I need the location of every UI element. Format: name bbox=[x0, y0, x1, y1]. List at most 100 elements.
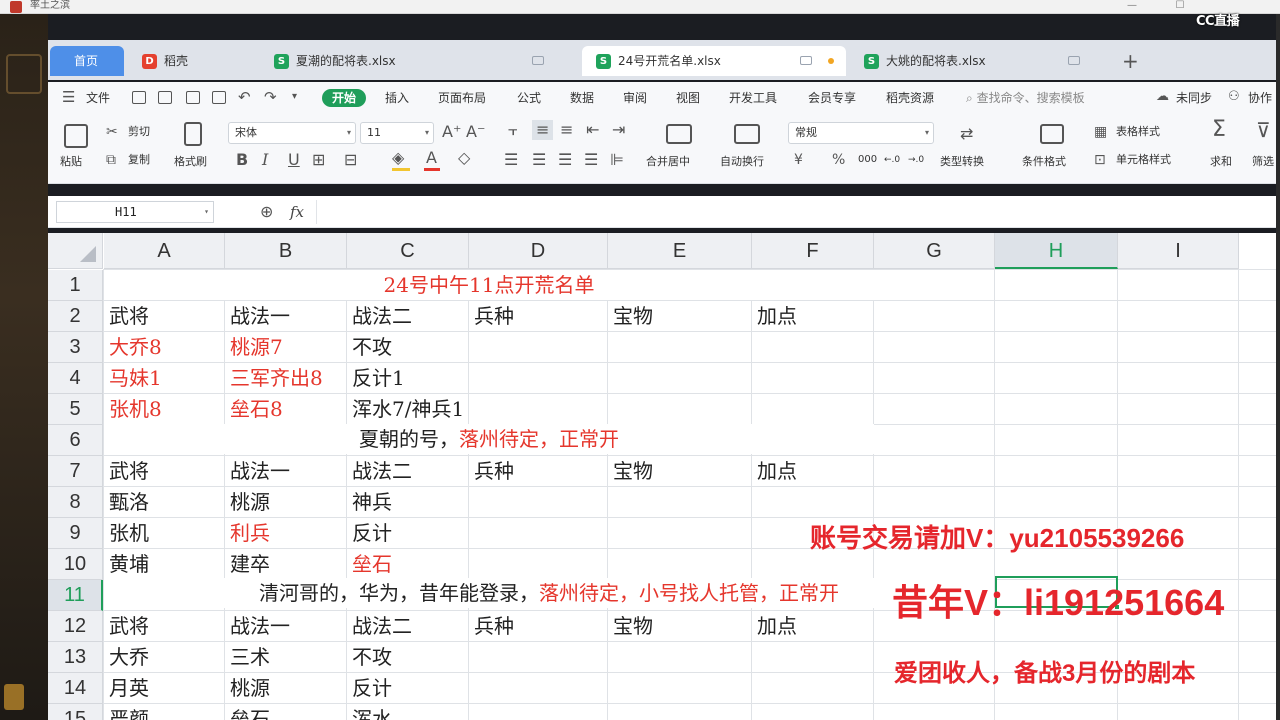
wrap-text-icon[interactable] bbox=[734, 124, 760, 144]
column-header-c[interactable]: C bbox=[347, 233, 469, 269]
cell-c2[interactable]: 战法二 bbox=[347, 301, 412, 332]
font-name-select[interactable]: 宋体 ▾ bbox=[228, 122, 356, 144]
cell-a7[interactable]: 武将 bbox=[104, 456, 149, 487]
indent-decrease-icon[interactable]: ⇤ bbox=[586, 120, 599, 140]
menu-page-layout[interactable]: 页面布局 bbox=[438, 89, 486, 107]
row-header-12[interactable]: 12 bbox=[48, 611, 103, 642]
eraser-icon[interactable]: ◇ bbox=[458, 148, 470, 168]
format-painter-icon[interactable] bbox=[184, 122, 202, 146]
filter-icon[interactable]: ⊽ bbox=[1256, 120, 1271, 140]
indent-increase-icon[interactable]: ⇥ bbox=[612, 120, 625, 140]
cell-b5[interactable]: 垒石8 bbox=[225, 394, 283, 425]
justify-icon[interactable]: ☰ bbox=[584, 150, 598, 170]
cell-f7[interactable]: 加点 bbox=[752, 456, 797, 487]
new-tab-button[interactable]: + bbox=[1122, 48, 1139, 74]
underline-button[interactable]: U bbox=[288, 150, 300, 170]
cell-c8[interactable]: 神兵 bbox=[347, 487, 392, 518]
currency-button[interactable]: ¥ bbox=[794, 150, 803, 170]
maximize-icon[interactable]: ☐ bbox=[1160, 0, 1200, 14]
menu-formula[interactable]: 公式 bbox=[517, 89, 541, 107]
convert-icon[interactable]: ⇄ bbox=[960, 124, 973, 144]
row-header-2[interactable]: 2 bbox=[48, 301, 103, 332]
row-header-11[interactable]: 11 bbox=[48, 580, 103, 611]
section-note-xiachao[interactable]: 夏朝的号，落州待定，正常开 bbox=[104, 424, 874, 454]
cell-c5[interactable]: 浑水7/神兵1 bbox=[347, 394, 464, 425]
row-header-1[interactable]: 1 bbox=[48, 270, 103, 301]
row-header-10[interactable]: 10 bbox=[48, 549, 103, 580]
cell-c4[interactable]: 反计1 bbox=[347, 363, 405, 394]
align-bottom-icon[interactable]: ≡ bbox=[560, 120, 573, 140]
percent-button[interactable]: % bbox=[832, 150, 845, 170]
format-painter-button[interactable]: 格式刷 bbox=[174, 154, 207, 170]
filter-button[interactable]: 筛选 bbox=[1252, 154, 1274, 170]
cell-d12[interactable]: 兵种 bbox=[469, 611, 514, 642]
cell-f2[interactable]: 加点 bbox=[752, 301, 797, 332]
paste-button[interactable]: 粘贴 bbox=[60, 154, 82, 170]
cell-b7[interactable]: 战法一 bbox=[225, 456, 290, 487]
sync-status[interactable]: 未同步 bbox=[1176, 89, 1212, 107]
save-icon[interactable] bbox=[132, 91, 146, 104]
cell-c3[interactable]: 不攻 bbox=[347, 332, 392, 363]
cell-d7[interactable]: 兵种 bbox=[469, 456, 514, 487]
cell-b9[interactable]: 利兵 bbox=[225, 518, 270, 549]
row-header-8[interactable]: 8 bbox=[48, 487, 103, 518]
cell-a5[interactable]: 张机8 bbox=[104, 394, 162, 425]
collab-button[interactable]: 协作 bbox=[1248, 89, 1272, 107]
column-header-i[interactable]: I bbox=[1118, 233, 1239, 269]
cell-c7[interactable]: 战法二 bbox=[347, 456, 412, 487]
border-icon[interactable]: ⊞ bbox=[312, 150, 325, 170]
undo-icon[interactable]: ↶ bbox=[238, 87, 251, 107]
cell-e2[interactable]: 宝物 bbox=[608, 301, 653, 332]
column-header-h[interactable]: H bbox=[995, 233, 1118, 269]
menu-daoke-resources[interactable]: 稻壳资源 bbox=[886, 89, 934, 107]
cell-a4[interactable]: 马妹1 bbox=[104, 363, 162, 394]
cell-b15[interactable]: 垒石 bbox=[225, 704, 270, 720]
roster-title[interactable]: 24号中午11点开荒名单 bbox=[104, 270, 874, 300]
menu-member[interactable]: 会员专享 bbox=[808, 89, 856, 107]
increase-decimal-icon[interactable]: ←.0 bbox=[884, 152, 900, 168]
tab-home[interactable]: 首页 bbox=[50, 46, 124, 76]
menu-view[interactable]: 视图 bbox=[676, 89, 700, 107]
cell-e7[interactable]: 宝物 bbox=[608, 456, 653, 487]
cell-a2[interactable]: 武将 bbox=[104, 301, 149, 332]
command-search[interactable]: ⌕ 查找命令、搜索模板 bbox=[966, 88, 1085, 108]
tab-daoke[interactable]: D 稻壳 bbox=[128, 46, 256, 76]
row-header-15[interactable]: 15 bbox=[48, 704, 103, 720]
cell-c12[interactable]: 战法二 bbox=[347, 611, 412, 642]
thousands-button[interactable]: 000 bbox=[858, 152, 877, 168]
cell-b2[interactable]: 战法一 bbox=[225, 301, 290, 332]
name-box[interactable]: H11 ▾ bbox=[56, 201, 214, 223]
column-header-a[interactable]: A bbox=[104, 233, 225, 269]
tab-dayao-sheet[interactable]: S 大姚的配将表.xlsx bbox=[850, 46, 1100, 76]
copy-button[interactable]: 复制 bbox=[128, 152, 150, 168]
distribute-icon[interactable]: ⊫ bbox=[610, 150, 624, 170]
font-size-select[interactable]: 11 ▾ bbox=[360, 122, 434, 144]
cell-a3[interactable]: 大乔8 bbox=[104, 332, 162, 363]
cell-a10[interactable]: 黄埔 bbox=[104, 549, 149, 580]
row-header-9[interactable]: 9 bbox=[48, 518, 103, 549]
merge-center-icon[interactable] bbox=[666, 124, 692, 144]
cell-a8[interactable]: 甄洛 bbox=[104, 487, 149, 518]
cell-a15[interactable]: 严颜 bbox=[104, 704, 149, 720]
print-icon[interactable] bbox=[186, 91, 200, 104]
row-header-4[interactable]: 4 bbox=[48, 363, 103, 394]
conditional-format-icon[interactable] bbox=[1040, 124, 1064, 144]
type-convert-button[interactable]: 类型转换 bbox=[940, 154, 984, 170]
cell-style-button[interactable]: 单元格样式 bbox=[1116, 152, 1171, 168]
row-header-14[interactable]: 14 bbox=[48, 673, 103, 704]
align-top-icon[interactable]: ⫟ bbox=[508, 120, 518, 140]
row-header-3[interactable]: 3 bbox=[48, 332, 103, 363]
align-center-icon[interactable]: ☰ bbox=[532, 150, 546, 170]
select-all-corner[interactable] bbox=[48, 233, 103, 269]
column-header-d[interactable]: D bbox=[469, 233, 608, 269]
column-header-b[interactable]: B bbox=[225, 233, 347, 269]
print-preview-icon[interactable] bbox=[212, 91, 226, 104]
sum-button[interactable]: 求和 bbox=[1210, 154, 1232, 170]
minimize-icon[interactable]: — bbox=[1112, 0, 1152, 14]
menu-developer[interactable]: 开发工具 bbox=[729, 89, 777, 107]
tab-24-roster-sheet[interactable]: S 24号开荒名单.xlsx bbox=[582, 46, 846, 76]
wrap-text-button[interactable]: 自动换行 bbox=[720, 154, 764, 170]
row-header-6[interactable]: 6 bbox=[48, 425, 103, 456]
merge-center-button[interactable]: 合并居中 bbox=[646, 154, 690, 170]
cell-e12[interactable]: 宝物 bbox=[608, 611, 653, 642]
